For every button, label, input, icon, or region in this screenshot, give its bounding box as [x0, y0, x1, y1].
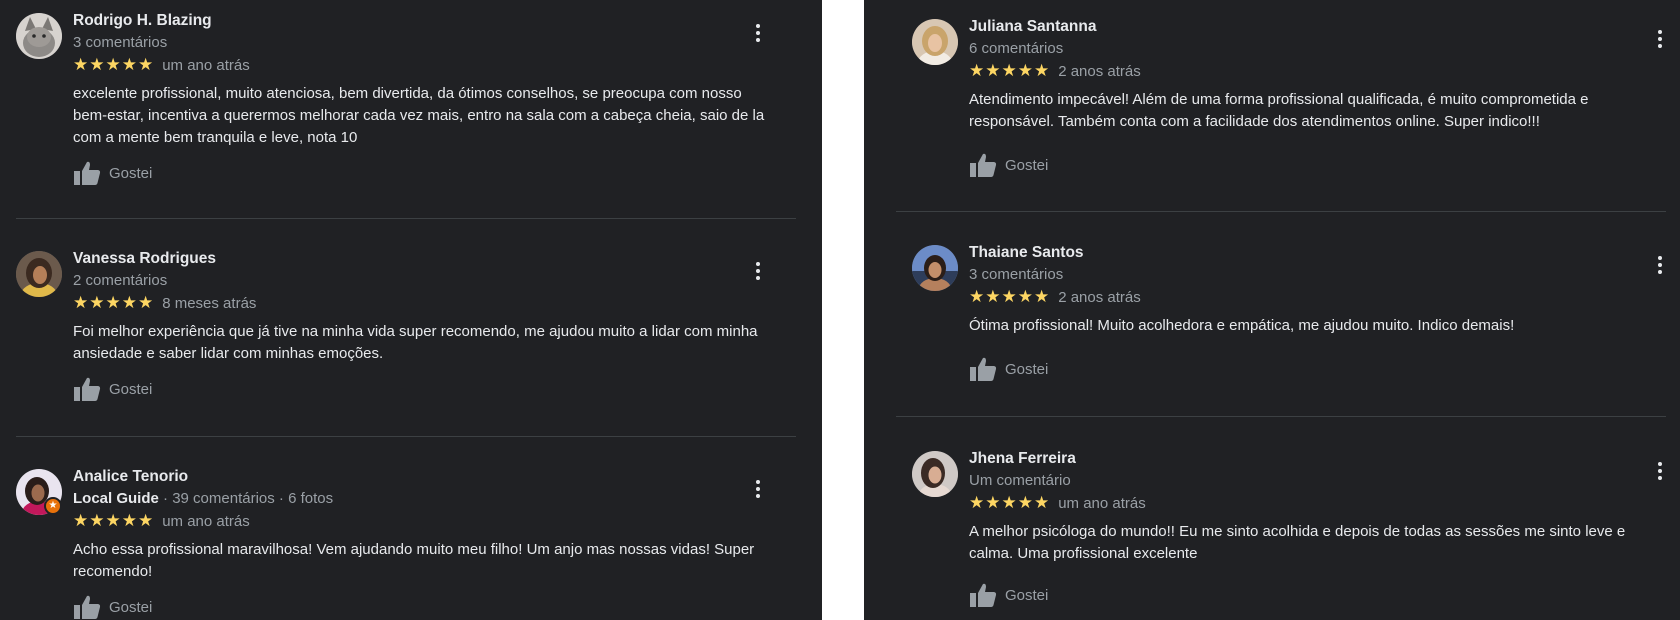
- reviewer-meta[interactable]: 3 comentários: [73, 34, 167, 51]
- thumbs-up-icon: [74, 377, 101, 401]
- reviewer-meta[interactable]: 3 comentários: [969, 266, 1063, 283]
- review-date: 8 meses atrás: [162, 294, 257, 312]
- person-photo-avatar[interactable]: [912, 19, 958, 65]
- like-label: Gostei: [109, 598, 153, 616]
- reviewer-meta[interactable]: Um comentário: [969, 472, 1071, 489]
- like-label: Gostei: [1005, 586, 1049, 604]
- review-card: Vanessa Rodrigues 2 comentários ★★★★★ 8 …: [0, 238, 822, 438]
- like-label: Gostei: [109, 380, 153, 398]
- review-card: Jhena Ferreira Um comentário ★★★★★ um an…: [896, 438, 1680, 620]
- review-card: Rodrigo H. Blazing 3 comentários ★★★★★ u…: [0, 0, 822, 210]
- like-button[interactable]: Gostei: [969, 152, 1048, 178]
- reviewer-meta[interactable]: 6 comentários: [969, 40, 1063, 57]
- review-date: um ano atrás: [162, 56, 250, 74]
- reviewer-name[interactable]: Jhena Ferreira: [969, 450, 1076, 468]
- more-options-icon[interactable]: [1657, 254, 1663, 275]
- more-options-icon[interactable]: [755, 260, 761, 281]
- review-text: Atendimento impecável! Além de uma forma…: [969, 91, 1589, 130]
- more-options-icon[interactable]: [1657, 460, 1663, 481]
- like-button[interactable]: Gostei: [73, 160, 152, 186]
- review-text: Foi melhor experiência que já tive na mi…: [73, 323, 758, 362]
- divider: [16, 436, 796, 437]
- reviews-panel-left: Rodrigo H. Blazing 3 comentários ★★★★★ u…: [0, 0, 822, 620]
- review-date: um ano atrás: [1058, 494, 1146, 512]
- like-label: Gostei: [1005, 360, 1049, 378]
- reviewer-name[interactable]: Analice Tenorio: [73, 468, 188, 486]
- reviewer-name[interactable]: Juliana Santanna: [969, 18, 1096, 36]
- rating-row: ★★★★★ 2 anos atrás: [969, 287, 1141, 307]
- review-text: excelente profissional, muito atenciosa,…: [73, 85, 765, 146]
- star-rating: ★★★★★: [73, 293, 155, 312]
- like-button[interactable]: Gostei: [73, 376, 152, 402]
- person-photo-avatar[interactable]: [912, 245, 958, 291]
- more-options-icon[interactable]: [1657, 28, 1663, 49]
- review-date: um ano atrás: [162, 512, 250, 530]
- thumbs-up-icon: [970, 583, 997, 607]
- like-button[interactable]: Gostei: [969, 356, 1048, 382]
- like-button[interactable]: Gostei: [969, 582, 1048, 608]
- reviewer-name[interactable]: Rodrigo H. Blazing: [73, 12, 212, 30]
- like-label: Gostei: [109, 164, 153, 182]
- more-options-icon[interactable]: [755, 478, 761, 499]
- rating-row: ★★★★★ um ano atrás: [969, 493, 1146, 513]
- star-rating: ★★★★★: [969, 287, 1051, 306]
- review-text: Acho essa profissional maravilhosa! Vem …: [73, 541, 755, 580]
- local-guide-label: Local Guide: [73, 490, 159, 507]
- thumbs-up-icon: [74, 595, 101, 619]
- reviewer-meta[interactable]: 2 comentários: [73, 272, 167, 289]
- review-date: 2 anos atrás: [1058, 288, 1141, 306]
- reviewer-stats: · 39 comentários · 6 fotos: [158, 490, 334, 507]
- star-rating: ★★★★★: [73, 511, 155, 530]
- divider: [16, 218, 796, 219]
- thumbs-up-icon: [970, 153, 997, 177]
- star-rating: ★★★★★: [969, 493, 1051, 512]
- reviewer-name[interactable]: Vanessa Rodrigues: [73, 250, 216, 268]
- more-options-icon[interactable]: [755, 22, 761, 43]
- like-label: Gostei: [1005, 156, 1049, 174]
- thumbs-up-icon: [74, 161, 101, 185]
- review-card: ★ Analice Tenorio Local Guide · 39 comen…: [0, 456, 822, 620]
- review-date: 2 anos atrás: [1058, 62, 1141, 80]
- divider: [896, 416, 1666, 417]
- reviewer-meta[interactable]: Local Guide · 39 comentários · 6 fotos: [73, 490, 333, 507]
- local-guide-star-icon: ★: [44, 497, 62, 515]
- cat-photo-avatar[interactable]: [16, 13, 62, 59]
- thumbs-up-icon: [970, 357, 997, 381]
- reviewer-name[interactable]: Thaiane Santos: [969, 244, 1084, 262]
- like-button[interactable]: Gostei: [73, 594, 152, 620]
- star-rating: ★★★★★: [73, 55, 155, 74]
- rating-row: ★★★★★ 8 meses atrás: [73, 293, 256, 313]
- rating-row: ★★★★★ um ano atrás: [73, 55, 250, 75]
- person-photo-avatar[interactable]: [912, 451, 958, 497]
- review-card: Thaiane Santos 3 comentários ★★★★★ 2 ano…: [896, 232, 1680, 412]
- star-rating: ★★★★★: [969, 61, 1051, 80]
- review-text: A melhor psicóloga do mundo!! Eu me sint…: [969, 523, 1626, 562]
- reviews-panel-right: Juliana Santanna 6 comentários ★★★★★ 2 a…: [864, 0, 1680, 620]
- review-text: Ótima profissional! Muito acolhedora e e…: [969, 317, 1515, 334]
- rating-row: ★★★★★ um ano atrás: [73, 511, 250, 531]
- person-photo-avatar[interactable]: [16, 251, 62, 297]
- divider: [896, 211, 1666, 212]
- rating-row: ★★★★★ 2 anos atrás: [969, 61, 1141, 81]
- review-card: Juliana Santanna 6 comentários ★★★★★ 2 a…: [896, 6, 1680, 206]
